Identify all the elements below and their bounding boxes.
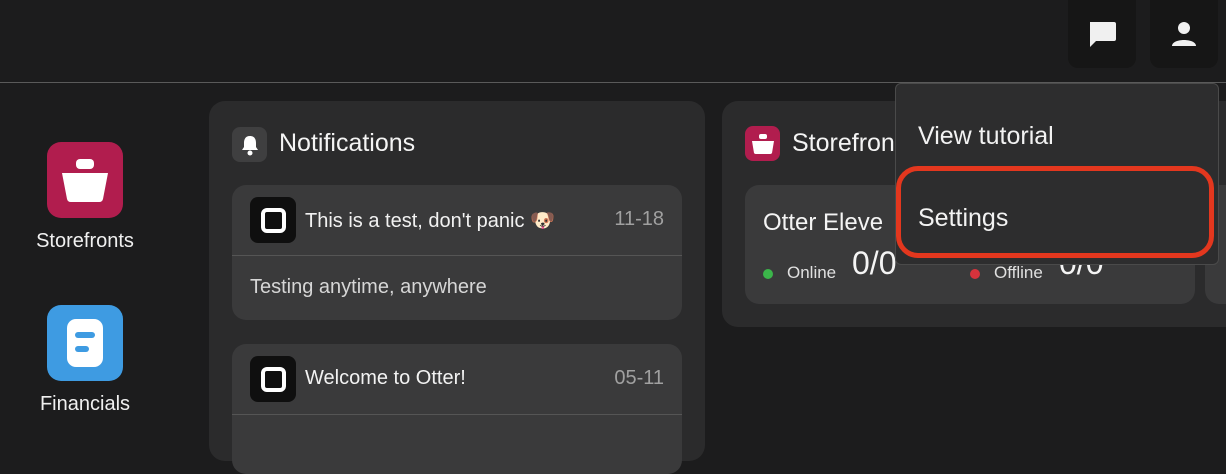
offline-status: Offline bbox=[970, 263, 1043, 283]
notification-card[interactable]: This is a test, don't panic 🐶 11-18 Test… bbox=[232, 185, 682, 320]
user-icon bbox=[1172, 22, 1196, 46]
otter-logo-icon bbox=[250, 356, 296, 402]
financials-doc-icon bbox=[47, 305, 123, 381]
notification-date: 11-18 bbox=[614, 208, 664, 230]
user-menu-button[interactable] bbox=[1150, 0, 1218, 68]
online-label: Online bbox=[787, 263, 837, 282]
offline-dot-icon bbox=[970, 268, 980, 279]
otter-logo-icon bbox=[250, 197, 296, 243]
top-bar bbox=[0, 0, 1226, 83]
sidebar-item-label: Storefronts bbox=[36, 230, 134, 252]
notification-body: Testing anytime, anywhere bbox=[250, 276, 487, 298]
online-status: Online bbox=[763, 263, 836, 283]
menu-item-view-tutorial[interactable]: View tutorial bbox=[918, 122, 1054, 151]
notification-date: 05-11 bbox=[614, 367, 664, 389]
notifications-title: Notifications bbox=[279, 129, 416, 157]
sidebar-item-financials[interactable]: Financials bbox=[0, 305, 170, 416]
bell-icon bbox=[232, 127, 267, 162]
sidebar-item-label: Financials bbox=[39, 393, 131, 415]
notification-title: This is a test, don't panic 🐶 bbox=[305, 210, 555, 232]
storefronts-title: Storefron bbox=[792, 129, 895, 157]
online-count: 0/0 bbox=[852, 245, 897, 281]
sidebar-item-storefronts[interactable]: Storefronts bbox=[0, 142, 170, 253]
storefront-name: Otter Eleve bbox=[763, 209, 884, 236]
notification-title: Welcome to Otter! bbox=[305, 367, 466, 389]
online-dot-icon bbox=[763, 268, 773, 279]
chat-button[interactable] bbox=[1068, 0, 1136, 68]
offline-label: Offline bbox=[994, 263, 1043, 282]
storefront-bag-icon bbox=[47, 142, 123, 218]
notification-card[interactable]: Welcome to Otter! 05-11 bbox=[232, 344, 682, 474]
storefront-bag-icon bbox=[745, 126, 780, 161]
notifications-panel: Notifications This is a test, don't pani… bbox=[209, 101, 705, 474]
settings-highlight-outline bbox=[896, 166, 1214, 258]
chat-icon bbox=[1090, 22, 1116, 47]
notification-body bbox=[232, 415, 682, 455]
